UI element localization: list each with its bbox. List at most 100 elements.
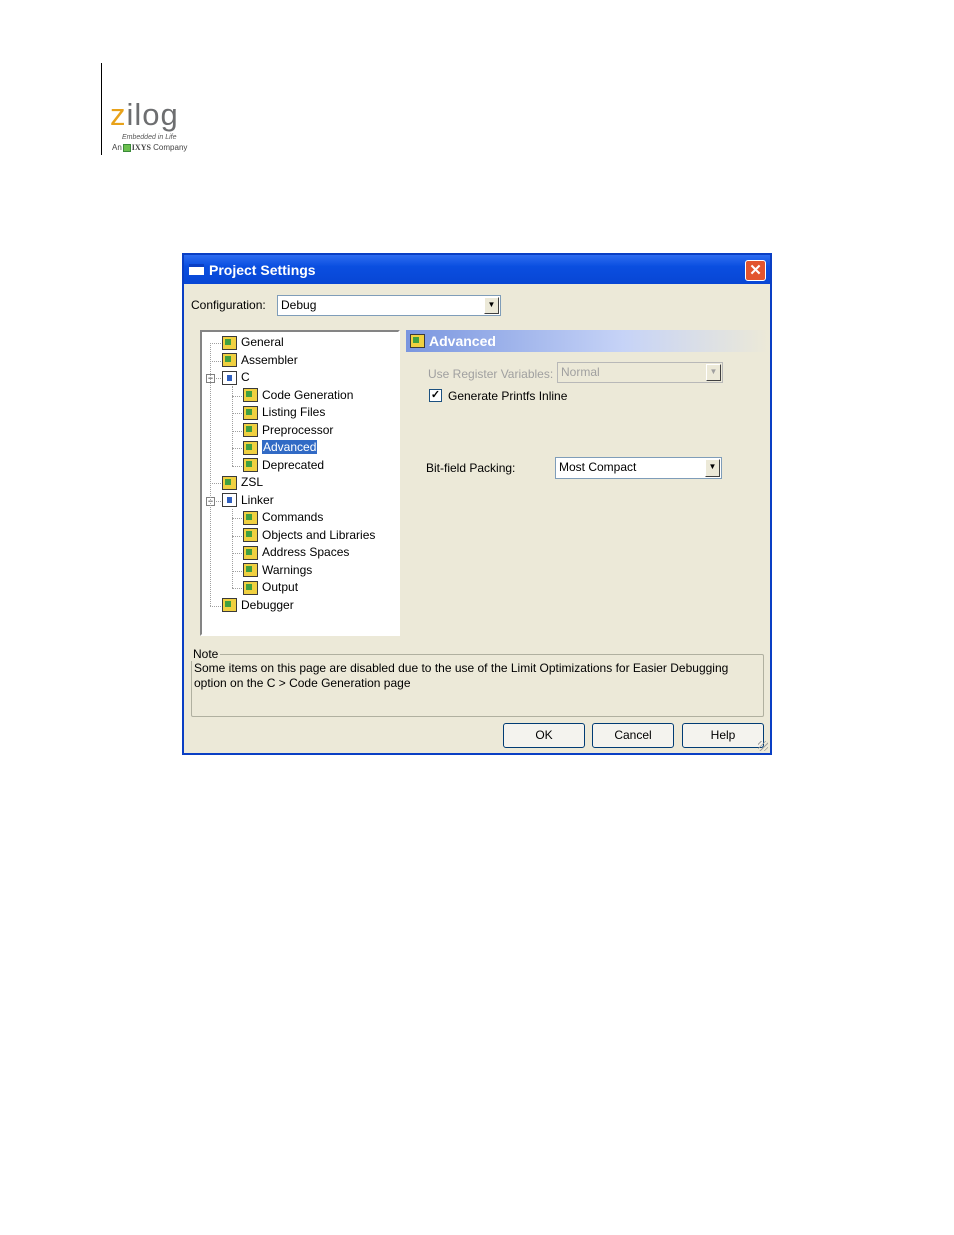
tree-item-debugger[interactable]: Debugger xyxy=(222,597,294,614)
configuration-label: Configuration: xyxy=(191,298,266,312)
tree-connector xyxy=(232,448,242,449)
logo-company-line: An IXYS Company xyxy=(112,143,210,152)
ixys-square-icon xyxy=(122,143,131,152)
tree-connector xyxy=(232,518,242,519)
settings-gear-icon xyxy=(243,563,258,578)
tree-connector xyxy=(210,360,221,362)
panel-header: Advanced xyxy=(406,330,768,352)
note-title: Note xyxy=(191,647,221,661)
configuration-value: Debug xyxy=(281,298,317,312)
note-text: Some items on this page are disabled due… xyxy=(194,661,729,690)
tree-item-label: Debugger xyxy=(241,597,294,612)
bitfield-packing-value: Most Compact xyxy=(559,460,637,474)
resize-grip-icon[interactable] xyxy=(758,741,768,751)
generate-printfs-inline-label: Generate Printfs Inline xyxy=(448,389,568,403)
ok-button[interactable]: OK xyxy=(503,723,585,748)
tree-item-objects-and-libraries[interactable]: Objects and Libraries xyxy=(243,527,375,544)
zilog-logo: zilog Embedded in Life An IXYS Company xyxy=(110,97,210,152)
settings-gear-icon xyxy=(243,545,258,560)
logo-wordmark: zilog xyxy=(110,97,179,132)
settings-tree[interactable]: General Assembler C − Code Generation Listing… xyxy=(200,330,400,636)
tree-connector xyxy=(232,386,233,466)
settings-gear-icon xyxy=(222,598,237,613)
tree-item-c[interactable]: C xyxy=(222,369,250,386)
settings-gear-icon xyxy=(222,335,237,350)
tree-item-general[interactable]: General xyxy=(222,334,284,351)
use-register-variables-label: Use Register Variables: xyxy=(428,367,554,381)
window-icon xyxy=(189,264,204,275)
settings-gear-icon xyxy=(243,388,258,403)
close-button[interactable]: ✕ xyxy=(745,260,766,281)
tree-item-label: Code Generation xyxy=(262,387,354,402)
tree-item-code-generation[interactable]: Code Generation xyxy=(243,387,353,404)
use-register-variables-value: Normal xyxy=(561,365,600,379)
tree-connector xyxy=(232,413,242,414)
settings-gear-icon xyxy=(243,423,258,438)
tree-item-deprecated[interactable]: Deprecated xyxy=(243,457,324,474)
configuration-select[interactable]: Debug ▼ xyxy=(277,295,501,316)
use-register-variables-select[interactable]: Normal ▼ xyxy=(557,362,723,383)
tree-connector xyxy=(232,570,242,572)
tree-item-output[interactable]: Output xyxy=(243,579,298,596)
settings-gear-icon xyxy=(222,475,237,490)
tree-item-label: Listing Files xyxy=(262,405,326,419)
generate-printfs-inline-checkbox[interactable]: ✓ xyxy=(429,389,442,402)
chevron-down-icon[interactable]: ▼ xyxy=(705,459,720,477)
help-button[interactable]: Help xyxy=(682,723,764,748)
chevron-down-icon[interactable]: ▼ xyxy=(484,297,499,314)
tree-item-label: General xyxy=(241,335,284,349)
tree-connector xyxy=(210,343,221,344)
folder-icon xyxy=(222,370,237,385)
tree-connector xyxy=(210,605,221,607)
tree-connector xyxy=(232,553,242,554)
tree-item-address-spaces[interactable]: Address Spaces xyxy=(243,544,349,561)
bitfield-packing-select[interactable]: Most Compact ▼ xyxy=(555,457,722,479)
tree-connector xyxy=(232,395,242,397)
tree-connector xyxy=(232,508,233,588)
tree-connector xyxy=(210,483,221,484)
settings-gear-icon xyxy=(222,353,237,368)
tree-connector xyxy=(232,430,242,432)
dialog-titlebar[interactable]: Project Settings ✕ xyxy=(184,255,770,284)
tree-item-zsl[interactable]: ZSL xyxy=(222,474,263,491)
tree-item-label: Assembler xyxy=(241,352,298,367)
chevron-down-icon[interactable]: ▼ xyxy=(706,364,721,381)
tree-item-warnings[interactable]: Warnings xyxy=(243,562,312,579)
logo-company-name: IXYS xyxy=(131,143,151,152)
tree-item-label: Warnings xyxy=(262,562,313,577)
tree-item-preprocessor[interactable]: Preprocessor xyxy=(243,422,333,439)
tree-item-label: Linker xyxy=(241,492,274,507)
settings-gear-icon xyxy=(410,334,425,348)
tree-item-assembler[interactable]: Assembler xyxy=(222,352,298,369)
tree-connector xyxy=(210,343,211,606)
tree-item-label: Objects and Libraries xyxy=(262,527,376,542)
tree-item-label: Output xyxy=(262,580,299,594)
settings-gear-icon xyxy=(243,405,258,420)
settings-gear-icon xyxy=(243,440,258,455)
page-margin-rule xyxy=(101,63,102,155)
tree-item-label: Preprocessor xyxy=(262,422,334,437)
tree-item-listing-files[interactable]: Listing Files xyxy=(243,404,325,421)
folder-icon xyxy=(222,493,237,508)
tree-connector xyxy=(232,535,242,537)
bitfield-packing-label: Bit-field Packing: xyxy=(426,461,516,475)
tree-item-label: Commands xyxy=(262,510,324,524)
settings-gear-icon xyxy=(243,528,258,543)
tree-item-label: Deprecated xyxy=(262,457,325,472)
tree-item-label: ZSL xyxy=(241,475,264,489)
tree-connector xyxy=(232,588,242,589)
settings-gear-icon xyxy=(243,510,258,525)
dialog-title: Project Settings xyxy=(209,262,316,278)
tree-item-label: Advanced xyxy=(262,440,318,454)
cancel-button[interactable]: Cancel xyxy=(592,723,674,748)
tree-item-label: C xyxy=(241,370,250,384)
settings-gear-icon xyxy=(243,580,258,595)
panel-title: Advanced xyxy=(429,333,496,349)
tree-item-linker[interactable]: Linker xyxy=(222,492,274,509)
tree-item-advanced[interactable]: Advanced xyxy=(243,439,318,456)
logo-tagline: Embedded in Life xyxy=(122,134,177,141)
tree-connector xyxy=(232,465,242,467)
project-settings-dialog: Project Settings ✕ Configuration: Debug … xyxy=(182,253,772,755)
tree-item-commands[interactable]: Commands xyxy=(243,509,323,526)
logo-company-prefix: An xyxy=(112,143,122,152)
